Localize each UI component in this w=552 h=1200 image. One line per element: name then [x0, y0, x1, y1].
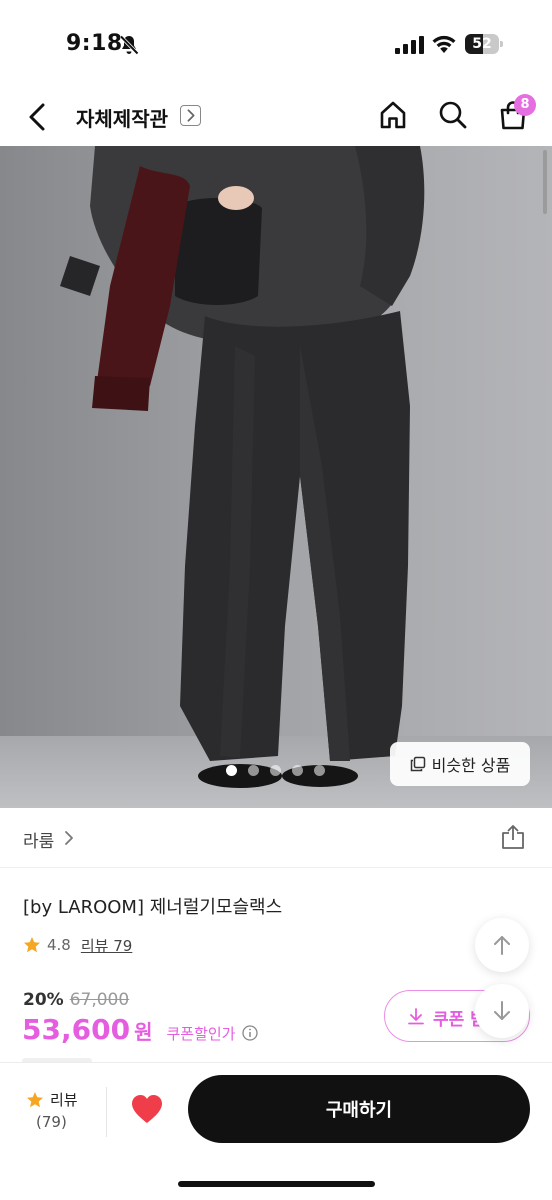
carousel-dot[interactable] [292, 765, 303, 776]
product-image-carousel[interactable]: 비슷한 상품 [0, 146, 552, 808]
review-summary-button[interactable]: 리뷰 (79) [20, 1087, 86, 1135]
star-icon [24, 937, 40, 953]
divider [106, 1087, 107, 1137]
share-icon[interactable] [500, 824, 526, 850]
search-icon[interactable] [437, 99, 469, 131]
brand-row[interactable]: 라룸 [0, 808, 552, 868]
brand-name[interactable]: 라룸 [23, 827, 54, 852]
price-row: 53,600 원 쿠폰할인가 [22, 1013, 259, 1046]
coupon-price-note: 쿠폰할인가 [166, 1025, 236, 1043]
carousel-dot[interactable] [314, 765, 325, 776]
star-icon [27, 1092, 43, 1108]
copy-icon [410, 756, 425, 772]
signal-icon [395, 36, 424, 54]
similar-products-button[interactable]: 비슷한 상품 [390, 742, 530, 786]
status-bar: 9:18 52 [0, 0, 552, 92]
carousel-dot[interactable] [248, 765, 259, 776]
review-count: (79) [36, 1113, 67, 1131]
arrow-down-icon [494, 1001, 510, 1020]
carousel-dot[interactable] [226, 765, 237, 776]
scroll-top-button[interactable] [475, 918, 529, 972]
currency: 원 [134, 1020, 153, 1044]
wifi-icon [432, 35, 456, 53]
carousel-dot[interactable] [270, 765, 281, 776]
arrow-up-icon [494, 936, 510, 955]
discount-row: 20% 67,000 [23, 990, 129, 1010]
status-time: 9:18 [66, 31, 123, 56]
scrollbar-thumb[interactable] [543, 150, 547, 214]
discount-rate: 20% [23, 990, 64, 1010]
rating-row: 4.8 리뷰 79 [23, 934, 132, 956]
home-icon[interactable] [377, 99, 409, 131]
review-link[interactable]: 리뷰 79 [81, 935, 132, 956]
scroll-down-button[interactable] [475, 984, 529, 1038]
top-nav-bar: 자체제작관 8 [0, 92, 552, 144]
nav-title[interactable]: 자체제작관 [76, 103, 168, 132]
similar-products-label: 비슷한 상품 [431, 756, 511, 775]
review-label: 리뷰 [50, 1091, 78, 1109]
buy-button[interactable]: 구매하기 [188, 1075, 530, 1143]
product-photo [0, 146, 552, 808]
info-icon[interactable] [242, 1025, 259, 1041]
battery-percent: 52 [472, 36, 492, 52]
chevron-right-icon [65, 831, 73, 845]
sale-price: 53,600 [22, 1013, 131, 1046]
rating-value: 4.8 [47, 936, 71, 954]
download-icon [408, 1008, 424, 1025]
bottom-action-bar: 리뷰 (79) 구매하기 [0, 1062, 552, 1200]
product-title: [by LAROOM] 제너럴기모슬랙스 [23, 897, 283, 918]
heart-icon[interactable] [130, 1093, 164, 1125]
chevron-right-icon[interactable] [180, 105, 201, 126]
back-icon[interactable] [24, 100, 52, 134]
cart-count-badge: 8 [514, 94, 536, 116]
carousel-indicator [226, 765, 325, 777]
home-indicator[interactable] [178, 1181, 375, 1187]
original-price: 67,000 [69, 990, 130, 1010]
bell-slash-icon [119, 35, 139, 55]
battery-icon: 52 [465, 34, 503, 54]
